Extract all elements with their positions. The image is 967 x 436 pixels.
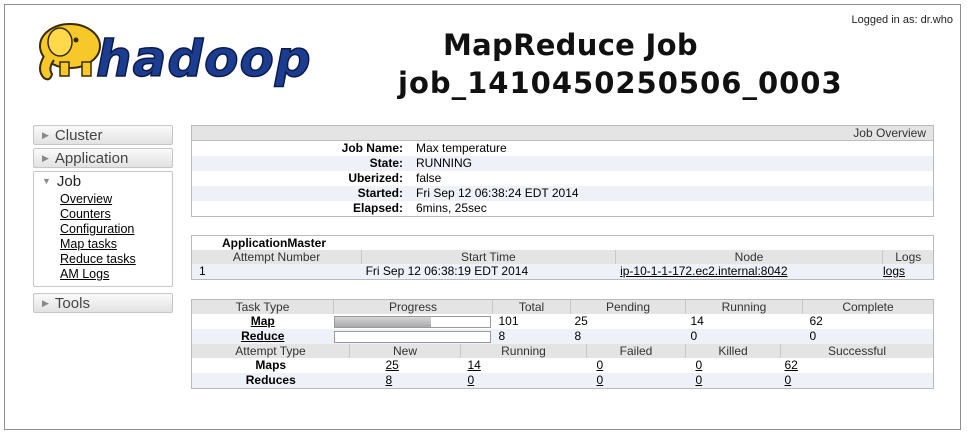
sidebar-item-cluster[interactable]: ▶ Cluster: [33, 125, 173, 145]
hadoop-wordmark: hadoop: [96, 30, 310, 88]
col-attempt-running: Running: [460, 344, 587, 358]
app-master-table: Attempt Number Start Time Node Logs 1 Fr…: [192, 250, 933, 279]
table-row: Reduce 8 8 0 0: [192, 329, 933, 344]
col-start-time: Start Time: [361, 250, 616, 264]
col-successful: Successful: [780, 344, 933, 358]
col-attempt-number: Attempt Number: [192, 250, 362, 264]
reduces-killed-link[interactable]: 0: [696, 373, 703, 387]
col-failed: Failed: [586, 344, 686, 358]
chevron-right-icon: ▶: [42, 298, 49, 308]
overview-row: State: RUNNING: [192, 156, 933, 171]
chevron-right-icon: ▶: [42, 130, 49, 140]
map-pending: 25: [574, 314, 588, 328]
nav-link-overview[interactable]: Overview: [60, 192, 172, 207]
sidebar-item-application[interactable]: ▶ Application: [33, 148, 173, 168]
nav-link-counters[interactable]: Counters: [60, 207, 172, 222]
map-progress-fill: [334, 316, 431, 327]
reduces-new-link[interactable]: 8: [386, 373, 393, 387]
app-master-title: ApplicationMaster: [222, 236, 327, 250]
reduce-running: 0: [685, 329, 803, 344]
table-row: Map 101 25 14 62: [192, 314, 933, 329]
page-title: MapReduce Job: [443, 28, 698, 62]
col-node: Node: [614, 250, 883, 264]
table-row: Reduces 8 0 0 0 0: [192, 373, 933, 388]
col-new: New: [349, 344, 461, 358]
maps-failed-link[interactable]: 0: [597, 358, 604, 372]
col-progress: Progress: [333, 300, 493, 314]
overview-row: Job Name: Max temperature: [341, 141, 507, 155]
job-name-value: Max temperature: [416, 141, 507, 155]
node-link[interactable]: ip-10-1-1-172.ec2.internal:8042: [620, 264, 787, 278]
table-row: Maps 25 14 0 0 62: [192, 358, 933, 373]
start-time-cell: Fri Sep 12 06:38:19 EDT 2014: [361, 264, 616, 279]
map-total: 101: [498, 314, 519, 328]
logged-in-text: Logged in as: dr.who: [851, 14, 953, 26]
reduces-label: Reduces: [192, 373, 350, 388]
nav-link-configuration[interactable]: Configuration: [60, 222, 172, 237]
col-running: Running: [685, 300, 803, 314]
overview-row: Started: Fri Sep 12 06:38:24 EDT 2014: [192, 186, 933, 201]
col-pending: Pending: [570, 300, 686, 314]
chevron-right-icon: ▶: [42, 153, 49, 163]
task-summary-table: Task Type Progress Total Pending Running…: [192, 300, 933, 344]
sidebar-nav: ▶ Cluster ▶ Application ▼ Job Overview Coun…: [33, 125, 173, 316]
sidebar-section-job: ▼ Job Overview Counters Configuration Map…: [33, 171, 173, 287]
reduces-running-link[interactable]: 0: [468, 373, 475, 387]
reduce-pending: 8: [570, 329, 686, 344]
col-logs: Logs: [882, 250, 933, 264]
table-row: 1 Fri Sep 12 06:38:19 EDT 2014 ip-10-1-1…: [192, 264, 933, 279]
col-killed: Killed: [685, 344, 781, 358]
sidebar-item-job[interactable]: ▼ Job: [34, 172, 172, 190]
nav-link-reduce-tasks[interactable]: Reduce tasks: [60, 252, 172, 267]
uberized-value: false: [416, 171, 442, 185]
col-complete: Complete: [802, 300, 933, 314]
col-total: Total: [492, 300, 571, 314]
hadoop-logo[interactable]: hadoop: [30, 12, 310, 94]
reduce-task-link[interactable]: Reduce: [241, 329, 284, 343]
overview-row: Elapsed: 6mins, 25sec: [352, 201, 487, 215]
attempt-number-cell: 1: [192, 264, 362, 279]
sidebar-item-tools[interactable]: ▶ Tools: [33, 293, 173, 313]
map-progress-bar: [333, 315, 491, 328]
map-complete: 62: [809, 314, 823, 328]
elephant-icon: [39, 23, 101, 81]
attempt-summary-table: Attempt Type New Running Failed Killed S…: [192, 344, 933, 388]
started-value: Fri Sep 12 06:38:24 EDT 2014: [416, 186, 579, 200]
nav-link-am-logs[interactable]: AM Logs: [60, 267, 172, 282]
chevron-down-icon: ▼: [42, 176, 51, 186]
job-overview-panel: Job Overview Job Name: Max temperature St…: [191, 125, 934, 217]
job-overview-heading: Job Overview: [192, 126, 933, 141]
overview-row: Uberized: false: [348, 171, 442, 185]
state-value: RUNNING: [416, 156, 472, 170]
maps-running-link[interactable]: 14: [468, 358, 481, 372]
col-task-type: Task Type: [192, 300, 334, 314]
application-master-panel: ApplicationMaster Attempt Number Start T…: [191, 235, 934, 280]
reduce-progress-bar: [333, 330, 491, 343]
task-summary-panel: Task Type Progress Total Pending Running…: [191, 299, 934, 389]
job-id-title: job_1410450250506_0003: [398, 66, 843, 100]
maps-label: Maps: [255, 358, 287, 372]
maps-successful-link[interactable]: 62: [785, 358, 798, 372]
map-running: 14: [690, 314, 704, 328]
map-task-link[interactable]: Map: [251, 314, 275, 328]
elapsed-value: 6mins, 25sec: [416, 201, 487, 215]
nav-link-map-tasks[interactable]: Map tasks: [60, 237, 172, 252]
reduces-successful-link[interactable]: 0: [785, 373, 792, 387]
col-attempt-type: Attempt Type: [192, 344, 350, 358]
logs-link[interactable]: logs: [883, 264, 905, 278]
maps-new-link[interactable]: 25: [386, 358, 399, 372]
reduce-complete: 0: [802, 329, 933, 344]
reduces-failed-link[interactable]: 0: [597, 373, 604, 387]
maps-killed-link[interactable]: 0: [696, 358, 703, 372]
reduce-total: 8: [492, 329, 571, 344]
